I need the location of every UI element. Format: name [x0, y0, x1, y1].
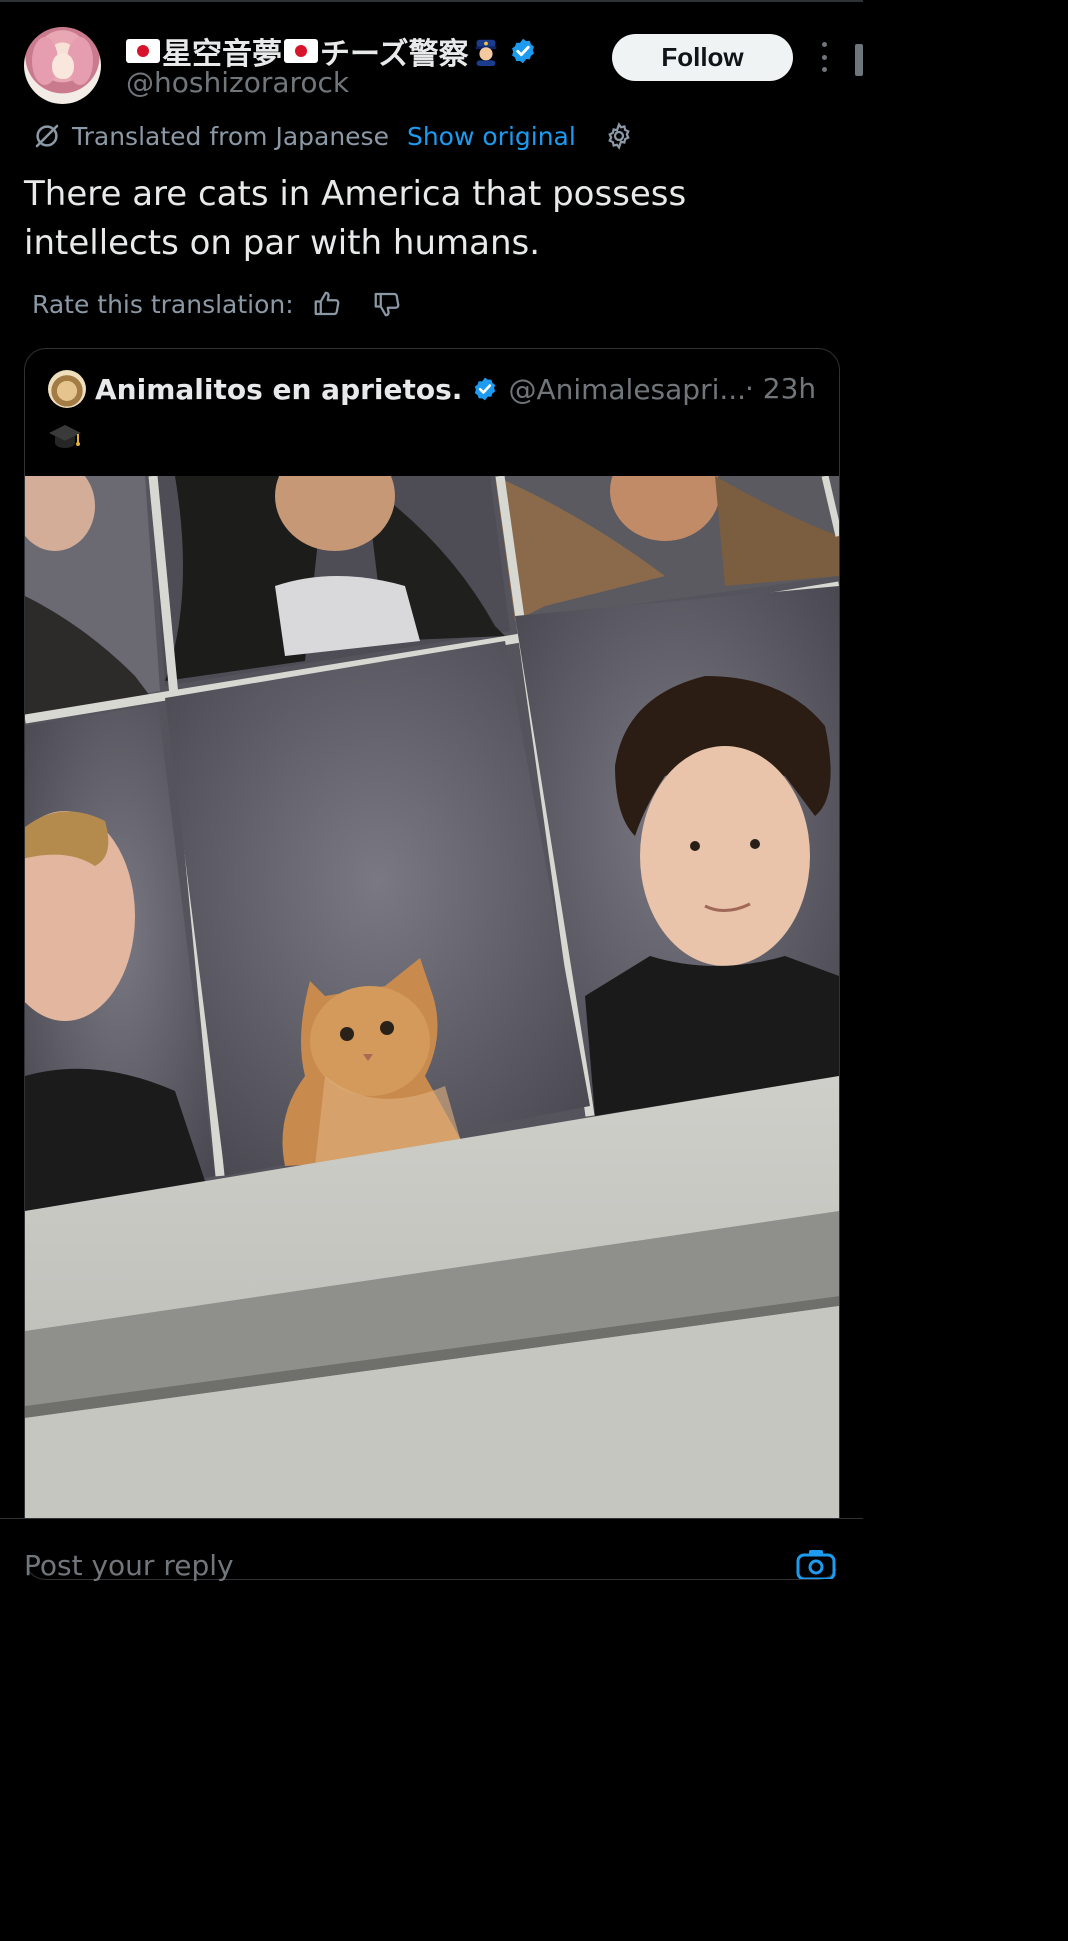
show-original-link[interactable]: Show original	[407, 122, 576, 151]
quoted-tweet-time[interactable]: · 23h	[745, 369, 816, 409]
reply-bar: Post your reply	[0, 1518, 863, 1582]
tweet-text: There are cats in America that possess i…	[24, 174, 687, 263]
author-avatar[interactable]	[24, 27, 101, 104]
follow-button[interactable]: Follow	[612, 34, 793, 81]
graduation-cap-emoji-icon	[47, 421, 83, 461]
more-options-icon[interactable]	[818, 42, 830, 72]
quoted-author-avatar[interactable]	[48, 370, 86, 408]
quoted-tweet-header: Animalitos en aprietos. @Animalesapri...	[95, 369, 746, 409]
gear-icon[interactable]	[604, 121, 634, 151]
translation-bar: Translated from Japanese Show original	[32, 118, 634, 154]
translated-from-label: Translated from Japanese	[72, 121, 389, 151]
translate-icon	[35, 124, 59, 148]
japan-flag-icon	[284, 39, 318, 63]
rate-translation-label: Rate this translation:	[32, 289, 294, 319]
scrollbar-thumb[interactable]	[855, 44, 863, 76]
thumbs-down-icon[interactable]	[372, 289, 402, 319]
camera-icon[interactable]	[796, 1549, 836, 1579]
police-officer-emoji-icon	[475, 39, 496, 66]
quoted-author-name[interactable]: Animalitos en aprietos.	[95, 373, 462, 406]
avatar-face	[52, 53, 74, 79]
reply-input[interactable]: Post your reply	[24, 1549, 234, 1582]
verified-badge-icon	[511, 38, 534, 64]
yearbook-photo-image	[25, 476, 839, 1521]
top-divider	[0, 0, 863, 2]
quoted-tweet-card[interactable]: Animalitos en aprietos. @Animalesapri...…	[24, 348, 840, 1580]
thumbs-up-icon[interactable]	[312, 289, 342, 319]
quoted-author-handle[interactable]: @Animalesapri...	[508, 373, 746, 406]
verified-badge-icon	[475, 377, 496, 401]
author-handle[interactable]: @hoshizorarock	[126, 66, 349, 99]
rate-translation-row: Rate this translation:	[32, 286, 402, 322]
graduation-cap-icon	[49, 425, 81, 448]
japan-flag-icon	[126, 39, 160, 63]
quoted-tweet-photo[interactable]	[25, 476, 839, 1521]
